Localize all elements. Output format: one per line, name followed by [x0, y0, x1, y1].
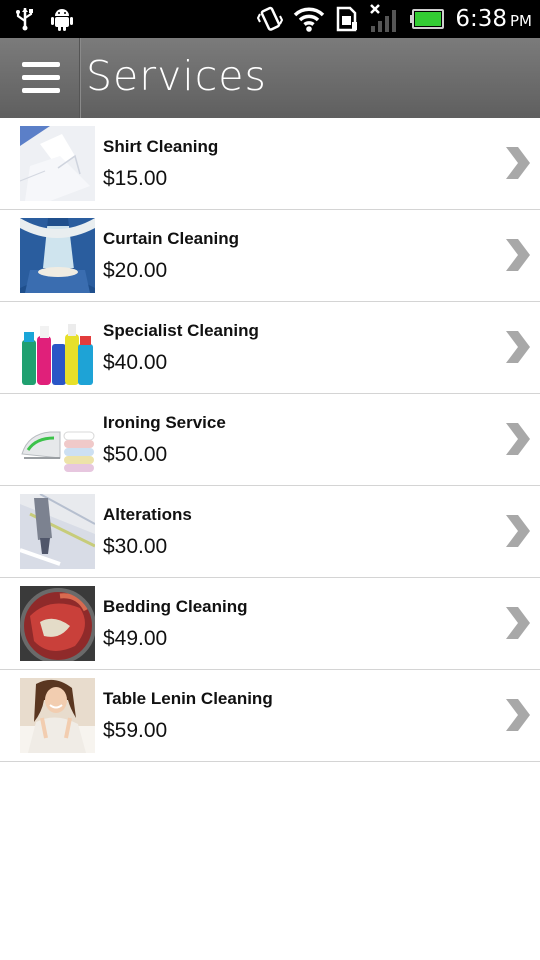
wifi-icon	[293, 6, 325, 32]
service-price: $50.00	[103, 443, 168, 466]
status-right-icons: 6:38 PM	[257, 4, 532, 34]
service-price: $59.00	[103, 719, 168, 742]
smiling-woman-thumbnail	[20, 678, 95, 753]
service-price: $15.00	[103, 167, 168, 190]
service-price: $20.00	[103, 259, 168, 282]
service-list-item[interactable]: Ironing Service $50.00	[0, 394, 540, 486]
usb-icon	[14, 6, 36, 32]
status-bar: 6:38 PM	[0, 0, 540, 38]
android-debug-icon	[50, 6, 74, 32]
cleaning-bottles-thumbnail	[20, 310, 95, 385]
curtained-bedroom-thumbnail	[20, 218, 95, 293]
sewing-machine-thumbnail	[20, 494, 95, 569]
menu-button[interactable]	[0, 38, 80, 118]
sim-card-icon	[335, 6, 359, 32]
service-name: Specialist Cleaning	[103, 321, 259, 340]
service-name: Shirt Cleaning	[103, 137, 219, 156]
chevron-right-icon	[504, 238, 532, 277]
service-name: Ironing Service	[103, 413, 226, 432]
service-list-item[interactable]: Shirt Cleaning $15.00	[0, 118, 540, 210]
service-list-item[interactable]: Curtain Cleaning $20.00	[0, 210, 540, 302]
action-bar: Services	[0, 38, 540, 119]
clock-time: 6:38	[455, 6, 507, 32]
service-list: Shirt Cleaning $15.00 Curtain Cleaning $…	[0, 118, 540, 762]
chevron-right-icon	[504, 330, 532, 369]
status-left-icons	[14, 6, 74, 32]
washing-machine-drum-thumbnail	[20, 586, 95, 661]
clock-ampm: PM	[510, 12, 532, 30]
vibrate-icon	[257, 5, 284, 33]
battery-icon	[409, 8, 445, 30]
chevron-right-icon	[504, 514, 532, 553]
clock: 6:38 PM	[455, 6, 532, 32]
service-list-item[interactable]: Bedding Cleaning $49.00	[0, 578, 540, 670]
service-list-item[interactable]: Specialist Cleaning $40.00	[0, 302, 540, 394]
page-title: Services	[86, 52, 267, 100]
service-list-item[interactable]: Alterations $30.00	[0, 486, 540, 578]
chevron-right-icon	[504, 606, 532, 645]
chevron-right-icon	[504, 146, 532, 185]
service-name: Alterations	[103, 505, 192, 524]
service-list-item[interactable]: Table Lenin Cleaning $59.00	[0, 670, 540, 762]
service-price: $49.00	[103, 627, 168, 650]
white-shirt-thumbnail	[20, 126, 95, 201]
chevron-right-icon	[504, 698, 532, 737]
service-price: $40.00	[103, 351, 168, 374]
chevron-right-icon	[504, 422, 532, 461]
iron-and-towels-thumbnail	[20, 402, 95, 477]
service-name: Curtain Cleaning	[103, 229, 240, 248]
service-price: $30.00	[103, 535, 168, 558]
no-signal-icon	[369, 4, 399, 34]
service-name: Table Lenin Cleaning	[103, 689, 273, 708]
service-name: Bedding Cleaning	[103, 597, 248, 616]
